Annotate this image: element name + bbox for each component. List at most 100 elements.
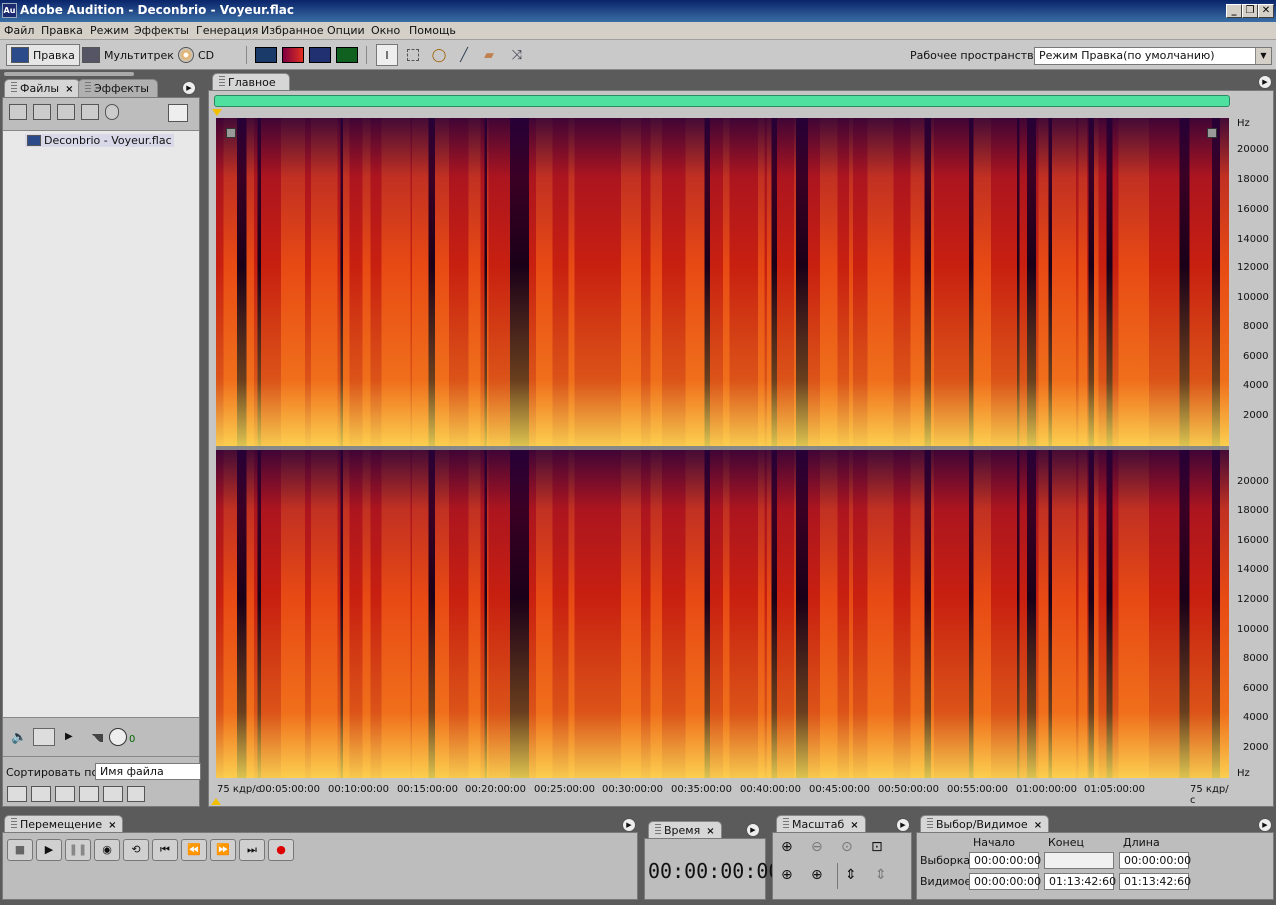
tab-files[interactable]: Файлы ×	[4, 79, 81, 97]
zoom-right-edge-icon[interactable]: ⊕	[811, 867, 823, 883]
tab-effects[interactable]: Эффекты	[78, 79, 158, 97]
selection-end-field[interactable]	[1044, 852, 1114, 869]
tab-main[interactable]: Главное	[212, 73, 290, 91]
fast-forward-button[interactable]: ⏩	[210, 839, 236, 861]
time-ruler[interactable]: 75 кдр/с 00:05:00:00 00:10:00:00 00:15:0…	[216, 780, 1229, 806]
brush-tool[interactable]: ╱	[455, 44, 473, 66]
import-icon[interactable]	[57, 104, 75, 120]
play-button[interactable]: ▶	[36, 839, 62, 861]
time-panel: 00:00:00:00	[644, 838, 780, 900]
volume-knob[interactable]	[109, 728, 127, 746]
panel-menu-icon[interactable]: ▶	[896, 818, 910, 832]
open-file-icon[interactable]	[9, 104, 27, 120]
preview-eye-icon[interactable]	[168, 104, 188, 122]
close-icon[interactable]: ×	[1034, 820, 1042, 831]
view-start-field[interactable]: 00:00:00:00	[969, 873, 1041, 890]
zoom-in-horizontal-icon[interactable]: ⊕	[781, 839, 793, 855]
menu-favorites[interactable]: Избранное	[261, 24, 323, 37]
panel-menu-icon[interactable]: ▶	[1258, 75, 1272, 89]
time-tick: 01:05:00:00	[1084, 784, 1146, 795]
fade-out-handle[interactable]	[1207, 128, 1217, 138]
close-icon[interactable]: ×	[706, 826, 714, 837]
panel-menu-icon[interactable]: ▶	[182, 81, 196, 95]
waveform-display-button[interactable]	[255, 44, 277, 66]
panel-menu-icon[interactable]: ▶	[1258, 818, 1272, 832]
time-selection-tool[interactable]: I	[376, 44, 398, 66]
time-tick: 01:00:00:00	[1016, 784, 1078, 795]
spectrogram-left-channel[interactable]	[216, 118, 1229, 446]
marquee-tool[interactable]	[404, 44, 422, 66]
go-to-start-button[interactable]: ⏮	[152, 839, 178, 861]
workspace-select[interactable]: Режим Правка(по умолчанию) ▼	[1034, 47, 1272, 65]
record-button[interactable]: ●	[268, 839, 294, 861]
view-length-field[interactable]: 01:13:42:60	[1119, 873, 1191, 890]
list-item[interactable]: Deconbrio - Voyeur.flac	[25, 134, 174, 147]
play-icon[interactable]: ▶	[65, 731, 73, 742]
close-icon[interactable]: ×	[65, 84, 73, 95]
close-icon[interactable]: ×	[850, 820, 858, 831]
close-button[interactable]: ✕	[1258, 4, 1274, 18]
menu-options[interactable]: Опции	[327, 24, 365, 37]
zoom-in-vertical-icon[interactable]: ⇕	[845, 867, 857, 883]
selection-length-field[interactable]: 00:00:00:00	[1119, 852, 1191, 869]
panel-menu-icon[interactable]: ▶	[746, 823, 760, 837]
zoom-left-edge-icon[interactable]: ⊕	[781, 867, 793, 883]
menu-window[interactable]: Окно	[371, 24, 400, 37]
healing-tool[interactable]: ▰	[480, 44, 498, 66]
sort-select[interactable]: Имя файла	[95, 763, 201, 780]
tab-transport[interactable]: Перемещение ×	[4, 815, 124, 833]
spectrogram-right-channel[interactable]	[216, 450, 1229, 778]
timer-icon[interactable]	[105, 104, 119, 120]
panel-menu-icon[interactable]: ▶	[622, 818, 636, 832]
restore-button[interactable]: ❐	[1242, 4, 1258, 18]
menu-effects[interactable]: Эффекты	[134, 24, 189, 37]
insert-icon[interactable]	[81, 104, 99, 120]
close-icon[interactable]: ×	[108, 820, 116, 831]
filter-midi-icon[interactable]	[79, 786, 99, 802]
close-file-icon[interactable]	[33, 104, 51, 120]
zoom-out-horizontal-icon[interactable]: ⊖	[811, 839, 823, 855]
phase-display-button[interactable]	[336, 44, 358, 66]
menu-generate[interactable]: Генерация	[196, 24, 258, 37]
filter-cdr-icon[interactable]	[127, 786, 145, 802]
spectral-display-button[interactable]	[282, 44, 304, 66]
panel-drag-handle[interactable]	[4, 72, 134, 76]
cd-view-button[interactable]: CD	[178, 44, 214, 66]
selection-start-field[interactable]: 00:00:00:00	[969, 852, 1041, 869]
tab-time[interactable]: Время ×	[648, 821, 722, 839]
filter-audio-icon[interactable]	[7, 786, 27, 802]
playhead-bottom-marker[interactable]	[211, 798, 221, 805]
cd-icon	[178, 47, 194, 63]
scrub-tool[interactable]: ⤨	[508, 44, 526, 66]
view-end-field[interactable]: 01:13:42:60	[1044, 873, 1116, 890]
menu-bar: Файл Правка Режим Эффекты Генерация Избр…	[0, 22, 1276, 40]
menu-edit[interactable]: Правка	[41, 24, 83, 37]
speaker-icon[interactable]: 🔈	[11, 730, 27, 745]
playhead-top-marker[interactable]	[212, 109, 222, 116]
menu-file[interactable]: Файл	[4, 24, 34, 37]
stop-button[interactable]: ■	[7, 839, 33, 861]
play-to-end-button[interactable]: ◉	[94, 839, 120, 861]
edit-view-button[interactable]: Правка	[6, 44, 80, 66]
filter-loop-icon[interactable]	[31, 786, 51, 802]
tab-selection-view[interactable]: Выбор/Видимое ×	[920, 815, 1050, 833]
filter-eye-icon[interactable]	[103, 786, 123, 802]
menu-view[interactable]: Режим	[90, 24, 129, 37]
loop-play-button[interactable]: ⟲	[123, 839, 149, 861]
zoom-selection-icon[interactable]: ⊡	[871, 839, 883, 855]
tab-zoom[interactable]: Масштаб ×	[776, 815, 866, 833]
fade-in-handle[interactable]	[226, 128, 236, 138]
rewind-button[interactable]: ⏪	[181, 839, 207, 861]
loop-icon[interactable]	[33, 728, 55, 746]
pause-button[interactable]: ❚❚	[65, 839, 91, 861]
filter-video-icon[interactable]	[55, 786, 75, 802]
menu-help[interactable]: Помощь	[409, 24, 456, 37]
overview-bar[interactable]	[214, 95, 1230, 107]
minimize-button[interactable]: _	[1226, 4, 1242, 18]
pan-display-button[interactable]	[309, 44, 331, 66]
go-to-end-button[interactable]: ⏭	[239, 839, 265, 861]
multitrack-view-button[interactable]: Мультитрек	[82, 44, 174, 66]
zoom-out-full-icon[interactable]: ⊙	[841, 839, 853, 855]
lasso-tool[interactable]: ◯	[430, 44, 448, 66]
zoom-out-vertical-icon[interactable]: ⇕	[875, 867, 887, 883]
